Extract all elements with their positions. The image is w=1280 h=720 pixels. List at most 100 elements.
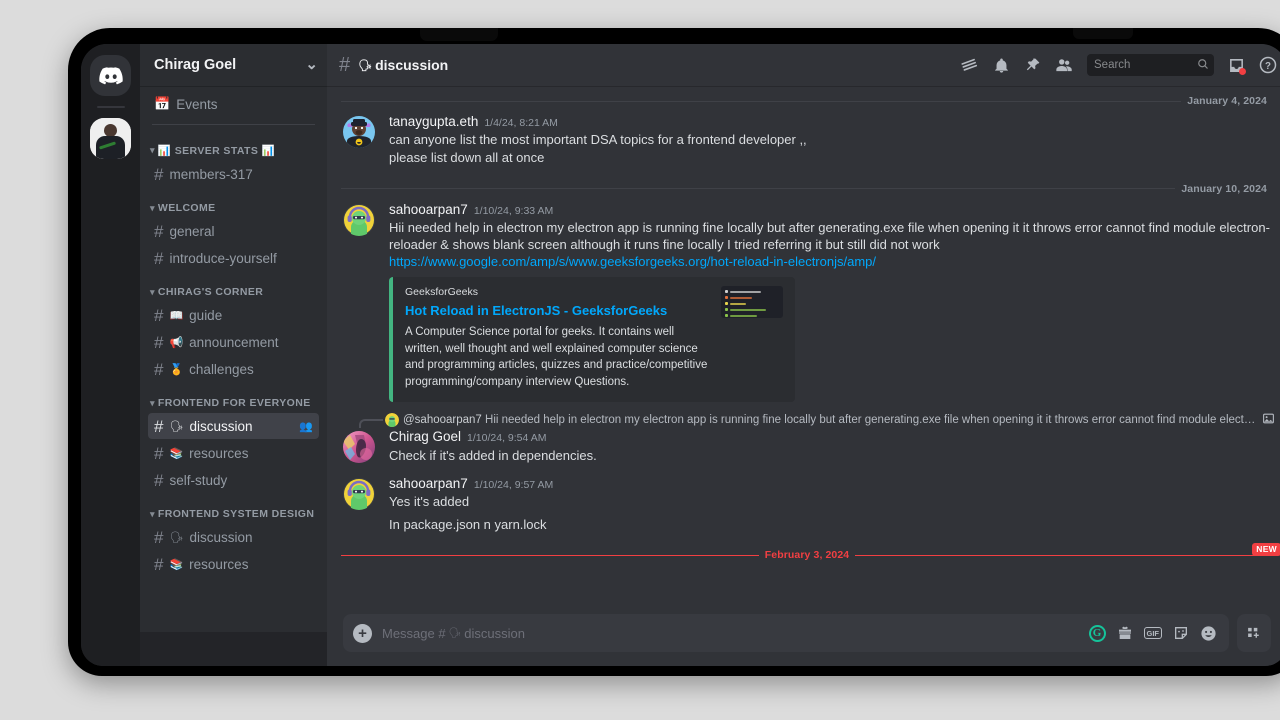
sidebar-item-label: guide [189, 307, 223, 323]
search-input[interactable]: Search [1087, 54, 1214, 76]
sidebar-item-resources[interactable]: # 📚 resources [148, 440, 319, 466]
channel-sidebar: Chirag Goel ⌄ 📅 Events ▾ 📊 SERVER STATS … [140, 44, 327, 666]
discord-home-icon[interactable] [90, 55, 131, 96]
reply-preview[interactable]: @sahooarpan7 Hii needed help in electron… [403, 414, 1258, 426]
sidebar-item-introduce-yourself[interactable]: # introduce-yourself [148, 245, 319, 271]
placeholder-prefix: Message # [382, 625, 446, 641]
bull-nft-avatar [343, 116, 375, 148]
device-screen: Chirag Goel ⌄ 📅 Events ▾ 📊 SERVER STATS … [81, 44, 1280, 666]
new-badge: NEW [1252, 543, 1280, 557]
medal-emoji-icon: 🏅 [169, 363, 184, 376]
embed-thumbnail[interactable] [721, 286, 783, 319]
sidebar-item-fsd-discussion[interactable]: # 🗣 discussion [148, 524, 319, 550]
help-icon[interactable]: ? [1259, 56, 1277, 74]
search-icon[interactable] [1197, 58, 1209, 73]
speaking-head-emoji-icon: 🗣 [169, 420, 184, 433]
category-server-stats[interactable]: ▾ 📊 SERVER STATS 📊 [140, 130, 327, 160]
message-list[interactable]: January 4, 2024 tanaygupta.eth 1/4/24, 8… [327, 86, 1280, 614]
message-item[interactable]: sahooarpan7 1/10/24, 9:57 AM Yes it's ad… [327, 466, 1280, 536]
message-body: Chirag Goel 1/10/24, 9:54 AM Check if it… [389, 429, 1275, 463]
avatar[interactable] [343, 203, 375, 236]
message-item[interactable]: sahooarpan7 1/10/24, 9:33 AM Hii needed … [327, 199, 1280, 405]
category-label: FRONTEND SYSTEM DESIGN [157, 508, 315, 520]
date-divider: January 4, 2024 [341, 95, 1273, 107]
sidebar-item-fsd-resources[interactable]: # 📚 resources [148, 551, 319, 577]
sidebar-item-events[interactable]: 📅 Events [148, 91, 319, 117]
channel-list[interactable]: 📅 Events ▾ 📊 SERVER STATS 📊 # members-31… [140, 86, 327, 632]
category-chirags-corner[interactable]: ▾ CHIRAG'S CORNER [140, 272, 327, 301]
reply-context[interactable]: @sahooarpan7 Hii needed help in electron… [327, 410, 1280, 429]
reply-mention[interactable]: @sahooarpan7 [403, 414, 482, 426]
sidebar-item-members-317[interactable]: # members-317 [148, 161, 319, 187]
speaking-head-emoji-icon: 🗣 [169, 531, 184, 544]
gift-icon[interactable] [1117, 625, 1133, 641]
grammarly-icon[interactable]: G [1088, 624, 1106, 642]
message-item[interactable]: Chirag Goel 1/10/24, 9:54 AM Check if it… [327, 428, 1280, 465]
rail-divider [96, 106, 125, 108]
discord-app: Chirag Goel ⌄ 📅 Events ▾ 📊 SERVER STATS … [81, 44, 1280, 666]
category-welcome[interactable]: ▾ WELCOME [140, 188, 327, 217]
avatar[interactable] [343, 431, 375, 464]
chevron-down-icon: ▾ [150, 145, 155, 155]
message-author[interactable]: sahooarpan7 [389, 476, 468, 492]
image-attachment-icon[interactable] [1262, 412, 1275, 428]
device-sensor-notch [1073, 28, 1133, 39]
sidebar-item-challenges[interactable]: # 🏅 challenges [148, 356, 319, 382]
sidebar-item-discussion-active[interactable]: # 🗣 discussion 👥 [148, 413, 319, 439]
sidebar-divider [152, 124, 315, 125]
apps-games-icon[interactable] [1237, 614, 1271, 652]
inbox-icon[interactable] [1228, 57, 1246, 75]
sticker-icon[interactable] [1173, 625, 1189, 641]
green-headphones-avatar [343, 203, 375, 236]
member-list-icon[interactable] [1055, 56, 1073, 74]
sidebar-item-label: members-317 [169, 166, 253, 182]
message-text: Yes it's added [389, 493, 470, 509]
message-author[interactable]: sahooarpan7 [389, 202, 468, 218]
sidebar-item-general[interactable]: # general [148, 218, 319, 244]
avatar[interactable] [343, 477, 375, 510]
embed-description: A Computer Science portal for geeks. It … [405, 326, 708, 388]
avatar[interactable] [343, 116, 375, 148]
embed-title[interactable]: Hot Reload in ElectronJS - GeeksforGeeks [405, 303, 711, 318]
message-input[interactable]: + Message # 🗣 discussion G GIF [343, 614, 1229, 652]
sidebar-item-announcement[interactable]: # 📢 announcement [148, 329, 319, 355]
message-body: tanaygupta.eth 1/4/24, 8:21 AM can anyon… [389, 114, 1275, 167]
speaking-head-emoji-icon: 🗣 [448, 627, 462, 639]
link-embed[interactable]: GeeksforGeeks Hot Reload in ElectronJS -… [389, 277, 795, 403]
gif-icon[interactable]: GIF [1143, 627, 1162, 639]
server-header[interactable]: Chirag Goel ⌄ [140, 44, 327, 86]
category-frontend-for-everyone[interactable]: ▾ FRONTEND FOR EVERYONE [140, 383, 327, 412]
add-members-icon[interactable]: 👥 [299, 420, 313, 433]
books-emoji-icon: 📚 [169, 558, 184, 571]
emoji-icon[interactable] [1200, 625, 1217, 642]
message-link[interactable]: https://www.google.com/amp/s/www.geeksfo… [389, 254, 876, 269]
sidebar-item-guide[interactable]: # 📖 guide [148, 302, 319, 328]
message-author[interactable]: tanaygupta.eth [389, 114, 478, 130]
notifications-bell-icon[interactable] [993, 57, 1010, 74]
device-camera-notch [420, 28, 498, 41]
sidebar-item-label: challenges [189, 361, 254, 377]
pinned-messages-icon[interactable] [1024, 57, 1041, 74]
sidebar-item-label: announcement [189, 334, 279, 350]
sidebar-item-label: discussion [189, 529, 253, 545]
channel-header: # 🗣 discussion Search ? [327, 44, 1280, 86]
sidebar-item-label: general [169, 223, 215, 239]
server-item-chirag-goel[interactable] [90, 118, 131, 159]
books-emoji-icon: 📚 [169, 447, 184, 460]
category-frontend-system-design[interactable]: ▾ FRONTEND SYSTEM DESIGN [140, 494, 327, 523]
message-timestamp: 1/10/24, 9:54 AM [467, 432, 547, 445]
hash-icon: # [154, 359, 164, 379]
hash-icon: # [154, 164, 164, 184]
threads-icon[interactable] [960, 56, 979, 75]
add-attachment-icon[interactable]: + [353, 623, 372, 643]
chevron-down-icon[interactable]: ⌄ [305, 58, 318, 72]
message-item[interactable]: tanaygupta.eth 1/4/24, 8:21 AM can anyon… [327, 111, 1280, 169]
message-author[interactable]: Chirag Goel [389, 429, 461, 445]
message-body: sahooarpan7 1/10/24, 9:57 AM Yes it's ad… [389, 476, 1275, 534]
new-messages-divider: February 3, 2024 NEW [341, 543, 1280, 561]
user-panel[interactable] [140, 632, 327, 666]
chevron-down-icon: ▾ [150, 397, 155, 408]
message-text: Hii needed help in electron my electron … [389, 218, 1275, 270]
sidebar-item-self-study[interactable]: # self-study [148, 467, 319, 493]
hash-icon: # [154, 248, 164, 268]
